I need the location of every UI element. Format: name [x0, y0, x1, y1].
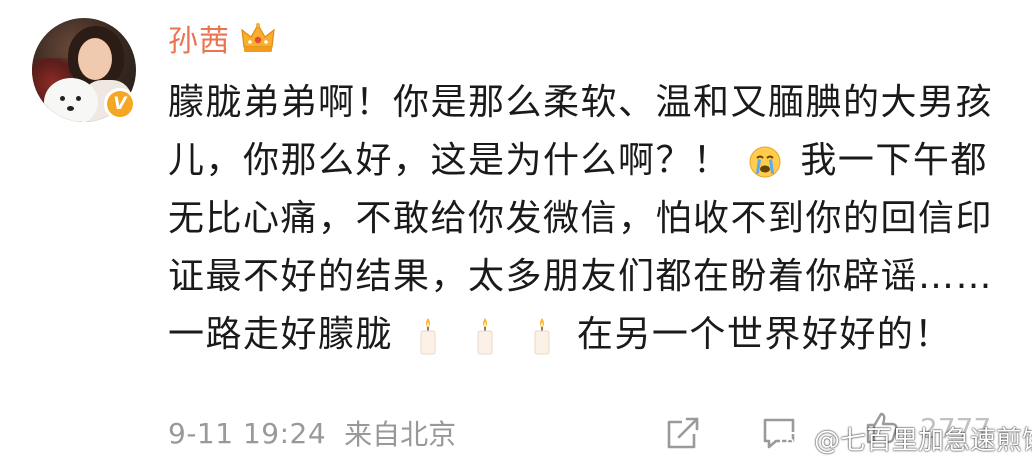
- share-icon[interactable]: [664, 414, 702, 452]
- candle-icon: [534, 318, 550, 355]
- username[interactable]: 孙茜: [168, 16, 230, 60]
- avatar-container[interactable]: V: [32, 18, 136, 122]
- post-meta: 9-11 19:24 来自北京: [168, 410, 456, 456]
- post-source: 来自北京: [344, 418, 457, 451]
- watermark-text: @七百里加急速煎饼: [814, 425, 1032, 456]
- weibo-post: V 孙茜 朦胧弟弟啊！你是那么柔软、温和又腼腆的大男孩儿，你那么好，这是为什么啊…: [0, 0, 1032, 463]
- weibo-logo-icon: [780, 428, 808, 450]
- v-badge-icon: V: [104, 88, 136, 120]
- post-time[interactable]: 9-11 19:24: [168, 417, 326, 450]
- candle-icon: [420, 318, 436, 355]
- candle-icon: [477, 318, 493, 355]
- crown-icon[interactable]: [240, 21, 276, 55]
- post-content: 朦胧弟弟啊！你是那么柔软、温和又腼腆的大男孩儿，你那么好，这是为什么啊？！ 我一…: [168, 74, 998, 364]
- post-text-3: 在另一个世界好好的！: [576, 314, 952, 355]
- crying-face-icon: [749, 146, 781, 178]
- watermark: @七百里加急速煎饼: [780, 420, 1032, 456]
- username-row: 孙茜: [168, 16, 276, 60]
